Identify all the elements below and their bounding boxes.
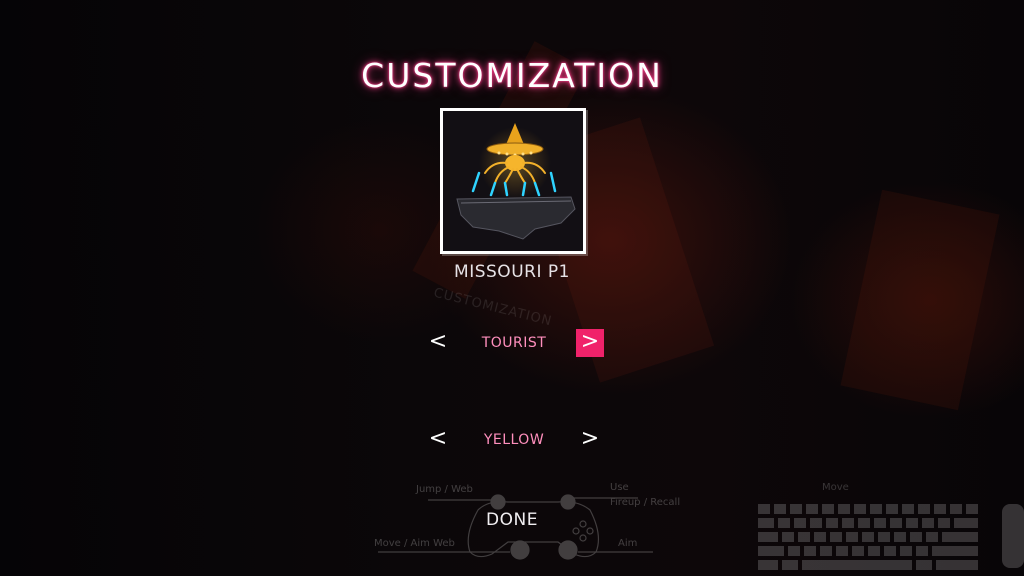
color-prev-button[interactable]: < (424, 426, 452, 454)
background-shard (840, 189, 1000, 411)
game-screen: CUSTOMIZATION Jump / Web Use Fireup / Re (0, 0, 1024, 576)
outfit-selector: < TOURIST > (424, 329, 604, 359)
character-name: MISSOURI P1 (454, 262, 570, 282)
hint-move: Move (822, 482, 849, 493)
spider-character-icon (456, 123, 576, 240)
hint-use: Use (610, 482, 629, 493)
color-next-button[interactable]: > (576, 426, 604, 454)
page-title: CUSTOMIZATION (361, 56, 663, 95)
outfit-value: TOURIST (481, 335, 547, 351)
hint-move-aim-web: Move / Aim Web (374, 538, 455, 549)
hint-jump-web: Jump / Web (416, 484, 473, 495)
hint-aim: Aim (618, 538, 638, 549)
character-portrait (440, 108, 586, 254)
color-selector: < YELLOW > (424, 426, 604, 456)
ghost-title-reflection: CUSTOMIZATION (431, 285, 554, 330)
outfit-next-button[interactable]: > (576, 329, 604, 357)
done-button[interactable]: DONE (0, 510, 1024, 530)
hint-fireup-recall: Fireup / Recall (610, 497, 681, 508)
color-value: YELLOW (483, 432, 545, 448)
outfit-prev-button[interactable]: < (424, 329, 452, 357)
